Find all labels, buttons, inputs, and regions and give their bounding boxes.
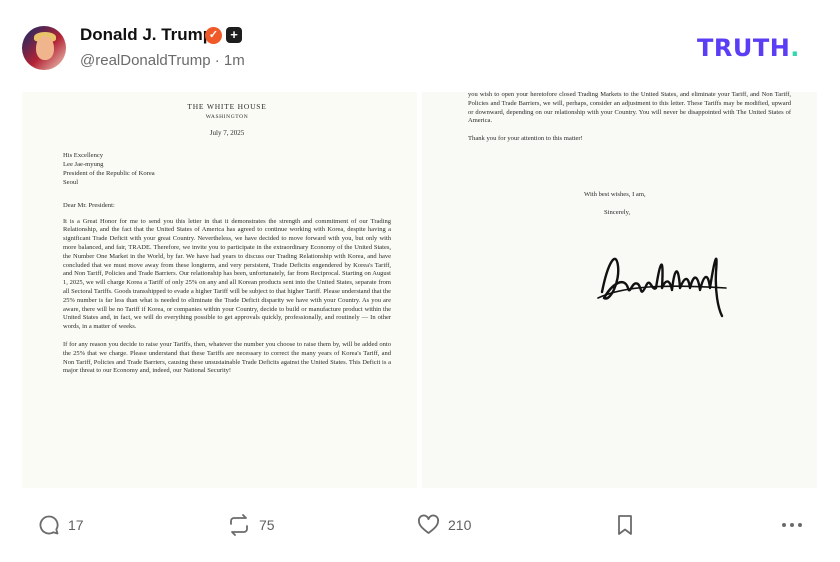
post-action-bar: 17 75 210	[0, 512, 840, 538]
retruth-icon	[230, 514, 248, 536]
verified-badge-icon: ✓	[205, 27, 222, 44]
letter-salutation: Dear Mr. President:	[63, 201, 115, 209]
letter-paragraph-2: If for any reason you decide to raise yo…	[63, 340, 391, 375]
truth-logo[interactable]: TRUTH.	[697, 34, 800, 62]
reply-button[interactable]: 17	[38, 512, 84, 538]
letter-page2-paragraph: you wish to open your heretofore closed …	[468, 91, 791, 125]
like-count: 210	[448, 517, 472, 533]
author-name[interactable]: Donald J. Trump	[80, 25, 213, 45]
author-handle[interactable]: @realDonaldTrump	[80, 52, 211, 69]
logo-text: TRUTH	[697, 34, 791, 62]
retruth-count: 75	[259, 517, 275, 533]
retruth-button[interactable]: 75	[227, 512, 275, 538]
address-line: President of the Republic of Korea	[63, 169, 155, 177]
letter-date: July 7, 2025	[209, 129, 245, 137]
letter-thanks: Thank you for your attention to this mat…	[468, 135, 583, 143]
address-line: Lee Jae-myung	[63, 160, 104, 168]
like-icon	[417, 514, 440, 534]
more-icon	[782, 523, 802, 527]
letter-paragraph-1: It is a Great Honor for me to send you t…	[63, 217, 391, 331]
letter-city: WASHINGTON	[205, 114, 249, 120]
post-time[interactable]: 1m	[224, 52, 245, 69]
subscribe-plus-icon[interactable]: +	[226, 27, 242, 43]
like-button[interactable]: 210	[417, 512, 471, 538]
reply-count: 17	[68, 517, 84, 533]
address-line: Seoul	[63, 178, 79, 186]
more-options-button[interactable]	[781, 512, 811, 538]
letter-closing: With best wishes, I am,	[584, 191, 646, 199]
letter-sincerely: Sincerely,	[604, 209, 631, 217]
letter-image-page-2[interactable]: you wish to open your heretofore closed …	[422, 91, 817, 488]
author-avatar[interactable]	[22, 26, 66, 70]
handwritten-signature	[597, 257, 727, 318]
letter-header: THE WHITE HOUSE	[187, 102, 267, 111]
bookmark-icon	[618, 515, 632, 535]
avatar-face	[36, 36, 54, 60]
letter-address: His Excellency Lee Jae-myung President o…	[63, 152, 391, 188]
address-line: His Excellency	[63, 152, 104, 159]
bookmark-button[interactable]	[616, 512, 642, 538]
letter-image-page-1[interactable]: THE WHITE HOUSE WASHINGTON July 7, 2025 …	[22, 92, 417, 488]
author-handle-time: @realDonaldTrump · 1m	[80, 52, 245, 69]
reply-icon	[39, 515, 59, 535]
logo-dot: .	[790, 34, 800, 62]
separator-dot: ·	[214, 52, 224, 69]
